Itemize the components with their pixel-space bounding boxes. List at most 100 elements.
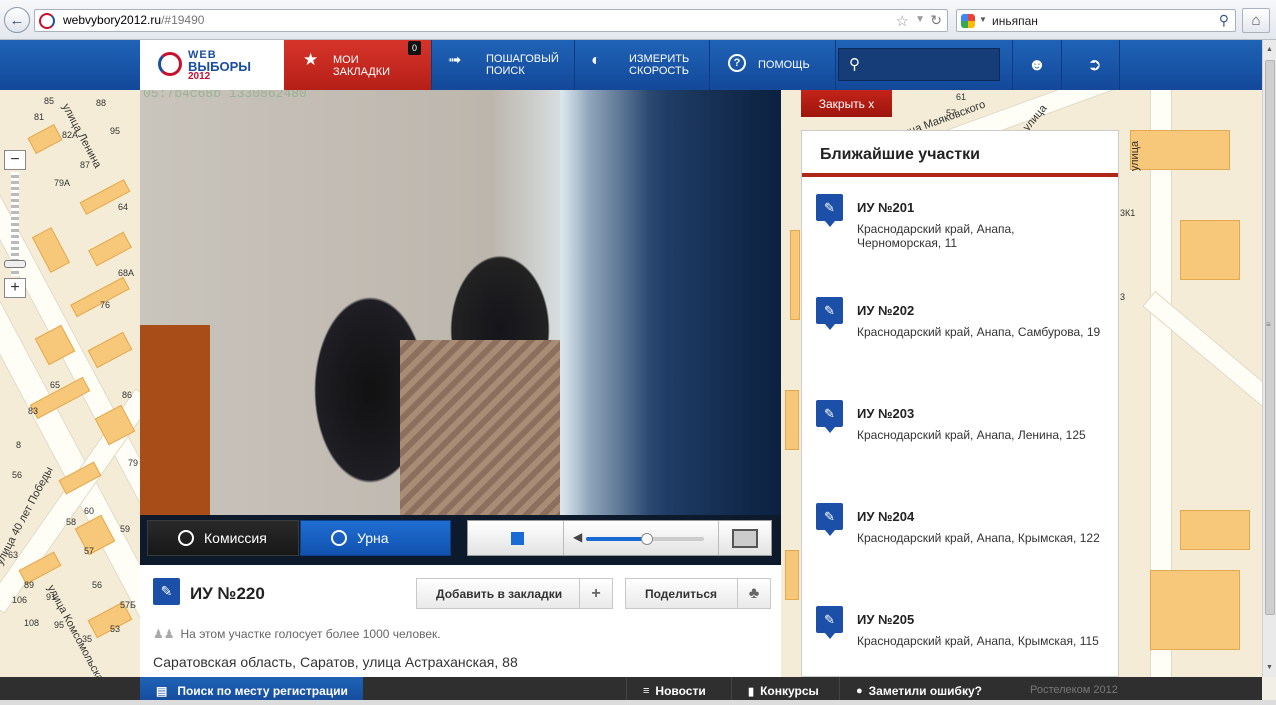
url-path: /#19490 bbox=[161, 13, 205, 27]
station-name[interactable]: ИУ №201 bbox=[857, 200, 914, 215]
ballot-icon: ✎ bbox=[153, 578, 180, 605]
divider bbox=[718, 521, 719, 555]
volume-slider[interactable] bbox=[586, 533, 704, 545]
video-player[interactable]: 05:7b4c68b 1330862480 Комиссия Урна ◀ bbox=[140, 90, 781, 565]
ballot-marker-icon: ✎ bbox=[816, 400, 843, 433]
bookmark-star-icon[interactable]: ☆ bbox=[896, 12, 909, 30]
reload-icon[interactable]: ↻ bbox=[930, 12, 942, 29]
scrollbar-thumb[interactable] bbox=[1265, 60, 1275, 615]
station-name[interactable]: ИУ №204 bbox=[857, 509, 914, 524]
site-search-input[interactable]: ⚲ bbox=[838, 48, 1000, 81]
volume-level bbox=[586, 537, 648, 541]
volume-icon[interactable]: ◀ bbox=[573, 530, 582, 544]
zoom-in-icon[interactable]: + bbox=[4, 278, 26, 298]
map-number: 87 bbox=[80, 160, 91, 170]
station-name[interactable]: ИУ №202 bbox=[857, 303, 914, 318]
bar-chart-icon: ▮ bbox=[748, 685, 755, 698]
share-button[interactable]: Поделиться ♣ bbox=[625, 578, 771, 609]
zoom-out-icon[interactable]: − bbox=[4, 150, 26, 170]
scroll-down-icon[interactable]: ▼ bbox=[1266, 664, 1273, 671]
back-arrow-icon[interactable]: ← bbox=[4, 7, 30, 33]
footer-news-label: Новости bbox=[655, 684, 706, 698]
browser-search-bar[interactable]: ▼ иньяпан ⚲ bbox=[956, 9, 1236, 32]
google-icon[interactable] bbox=[961, 14, 975, 28]
search-icon[interactable]: ⚲ bbox=[1219, 12, 1229, 29]
map-block bbox=[1150, 570, 1240, 650]
camera-icon bbox=[178, 530, 194, 546]
engine-dropdown-icon[interactable]: ▼ bbox=[979, 15, 987, 24]
map-block bbox=[27, 124, 63, 154]
map-number: 88 bbox=[96, 98, 107, 108]
map-number: 79A bbox=[54, 178, 71, 188]
map-number: 76 bbox=[100, 300, 111, 310]
address-bar[interactable]: webvybory2012.ru/#19490 ☆ ▼ ↻ bbox=[34, 9, 948, 32]
map-number: 91 bbox=[46, 592, 57, 602]
home-icon[interactable]: ⌂ bbox=[1242, 8, 1270, 33]
page-scrollbar[interactable]: ▲ ≡ ▼ bbox=[1262, 40, 1276, 677]
map-number: 57Б bbox=[120, 600, 136, 610]
ballot-marker-icon: ✎ bbox=[816, 194, 843, 227]
site-logo[interactable]: WEB ВЫБОРЫ 2012 bbox=[140, 40, 284, 90]
nav-my-bookmarks[interactable]: ★ МОИ ЗАКЛАДКИ 0 bbox=[284, 40, 432, 90]
camera-commission-button[interactable]: Комиссия bbox=[147, 520, 299, 556]
panel-title-underline bbox=[802, 173, 1118, 177]
fullscreen-icon[interactable] bbox=[732, 529, 758, 548]
map-number: 81 bbox=[34, 112, 45, 122]
stop-icon[interactable] bbox=[511, 532, 524, 545]
plus-icon: + bbox=[579, 579, 612, 608]
logout-icon[interactable]: ➲ bbox=[1070, 40, 1120, 90]
map-zoom-control[interactable]: − + bbox=[4, 150, 26, 300]
station-name[interactable]: ИУ №203 bbox=[857, 406, 914, 421]
map-number: 3 bbox=[1120, 292, 1126, 302]
zoom-slider-handle[interactable] bbox=[4, 260, 26, 268]
station-address: Краснодарский край, Анапа, Черноморская,… bbox=[857, 222, 1015, 250]
map-number: 64 bbox=[118, 202, 129, 212]
camera-commission-label: Комиссия bbox=[204, 530, 267, 546]
scroll-up-icon[interactable]: ▲ bbox=[1266, 46, 1273, 53]
search-icon: ⚲ bbox=[849, 56, 860, 73]
station-title: ИУ №220 bbox=[190, 584, 265, 603]
nav-step-search[interactable]: ➟ ПОШАГОВЫЙ ПОИСК bbox=[432, 40, 575, 90]
camera-icon bbox=[331, 530, 347, 546]
nav-measure-speed[interactable]: ◐ ИЗМЕРИТЬ СКОРОСТЬ bbox=[575, 40, 710, 90]
map-block bbox=[790, 230, 800, 320]
volume-handle[interactable] bbox=[641, 533, 654, 545]
nav-help[interactable]: ? ПОМОЩЬ bbox=[710, 40, 836, 90]
logo-emblem-icon bbox=[158, 52, 182, 76]
browser-search-input[interactable]: иньяпан bbox=[992, 14, 1038, 28]
footer-contests-label: Конкурсы bbox=[760, 684, 819, 698]
station-address: Краснодарский край, Анапа, Ленина, 125 bbox=[857, 428, 1086, 442]
map-number: 86 bbox=[122, 390, 133, 400]
station-name[interactable]: ИУ №205 bbox=[857, 612, 914, 627]
url-dropdown-icon[interactable]: ▼ bbox=[915, 14, 925, 25]
share-label: Поделиться bbox=[645, 586, 718, 601]
map-number: 68A bbox=[118, 268, 135, 278]
speedometer-icon: ◐ bbox=[591, 52, 601, 69]
map-number: 83 bbox=[28, 406, 39, 416]
map-number: 106 bbox=[12, 595, 28, 605]
user-icon[interactable]: ☻ bbox=[1012, 40, 1062, 90]
camera-urn-label: Урна bbox=[357, 530, 389, 546]
camera-urn-button[interactable]: Урна bbox=[300, 520, 451, 556]
footer-report-error-label: Заметили ошибку? bbox=[868, 684, 982, 698]
scroll-grip-icon: ≡ bbox=[1266, 320, 1271, 329]
map-number: 59 bbox=[120, 524, 131, 534]
map-number: 60 bbox=[84, 506, 95, 516]
close-panel-button[interactable]: Закрыть x bbox=[801, 90, 892, 117]
station-address: Краснодарский край, Анапа, Крымская, 115 bbox=[857, 634, 1099, 648]
ballot-marker-icon: ✎ bbox=[816, 606, 843, 639]
map-number: 3К1 bbox=[1120, 208, 1136, 218]
map-block bbox=[785, 390, 799, 450]
people-icon: ♟♟ bbox=[153, 627, 175, 641]
video-stream[interactable]: 05:7b4c68b 1330862480 bbox=[140, 90, 781, 515]
voters-note: ♟♟ На этом участке голосует более 1000 че… bbox=[153, 627, 441, 641]
site-favicon-icon bbox=[39, 13, 55, 29]
map-block bbox=[70, 276, 130, 318]
street-label: улица bbox=[1129, 140, 1142, 172]
add-bookmark-button[interactable]: Добавить в закладки + bbox=[416, 578, 613, 609]
video-urn-glass bbox=[560, 90, 781, 515]
map-block bbox=[88, 231, 132, 267]
add-bookmark-label: Добавить в закладки bbox=[436, 586, 563, 601]
copyright: Ростелеком 2012 bbox=[1030, 684, 1118, 696]
registration-search-label: Поиск по месту регистрации bbox=[177, 684, 348, 698]
